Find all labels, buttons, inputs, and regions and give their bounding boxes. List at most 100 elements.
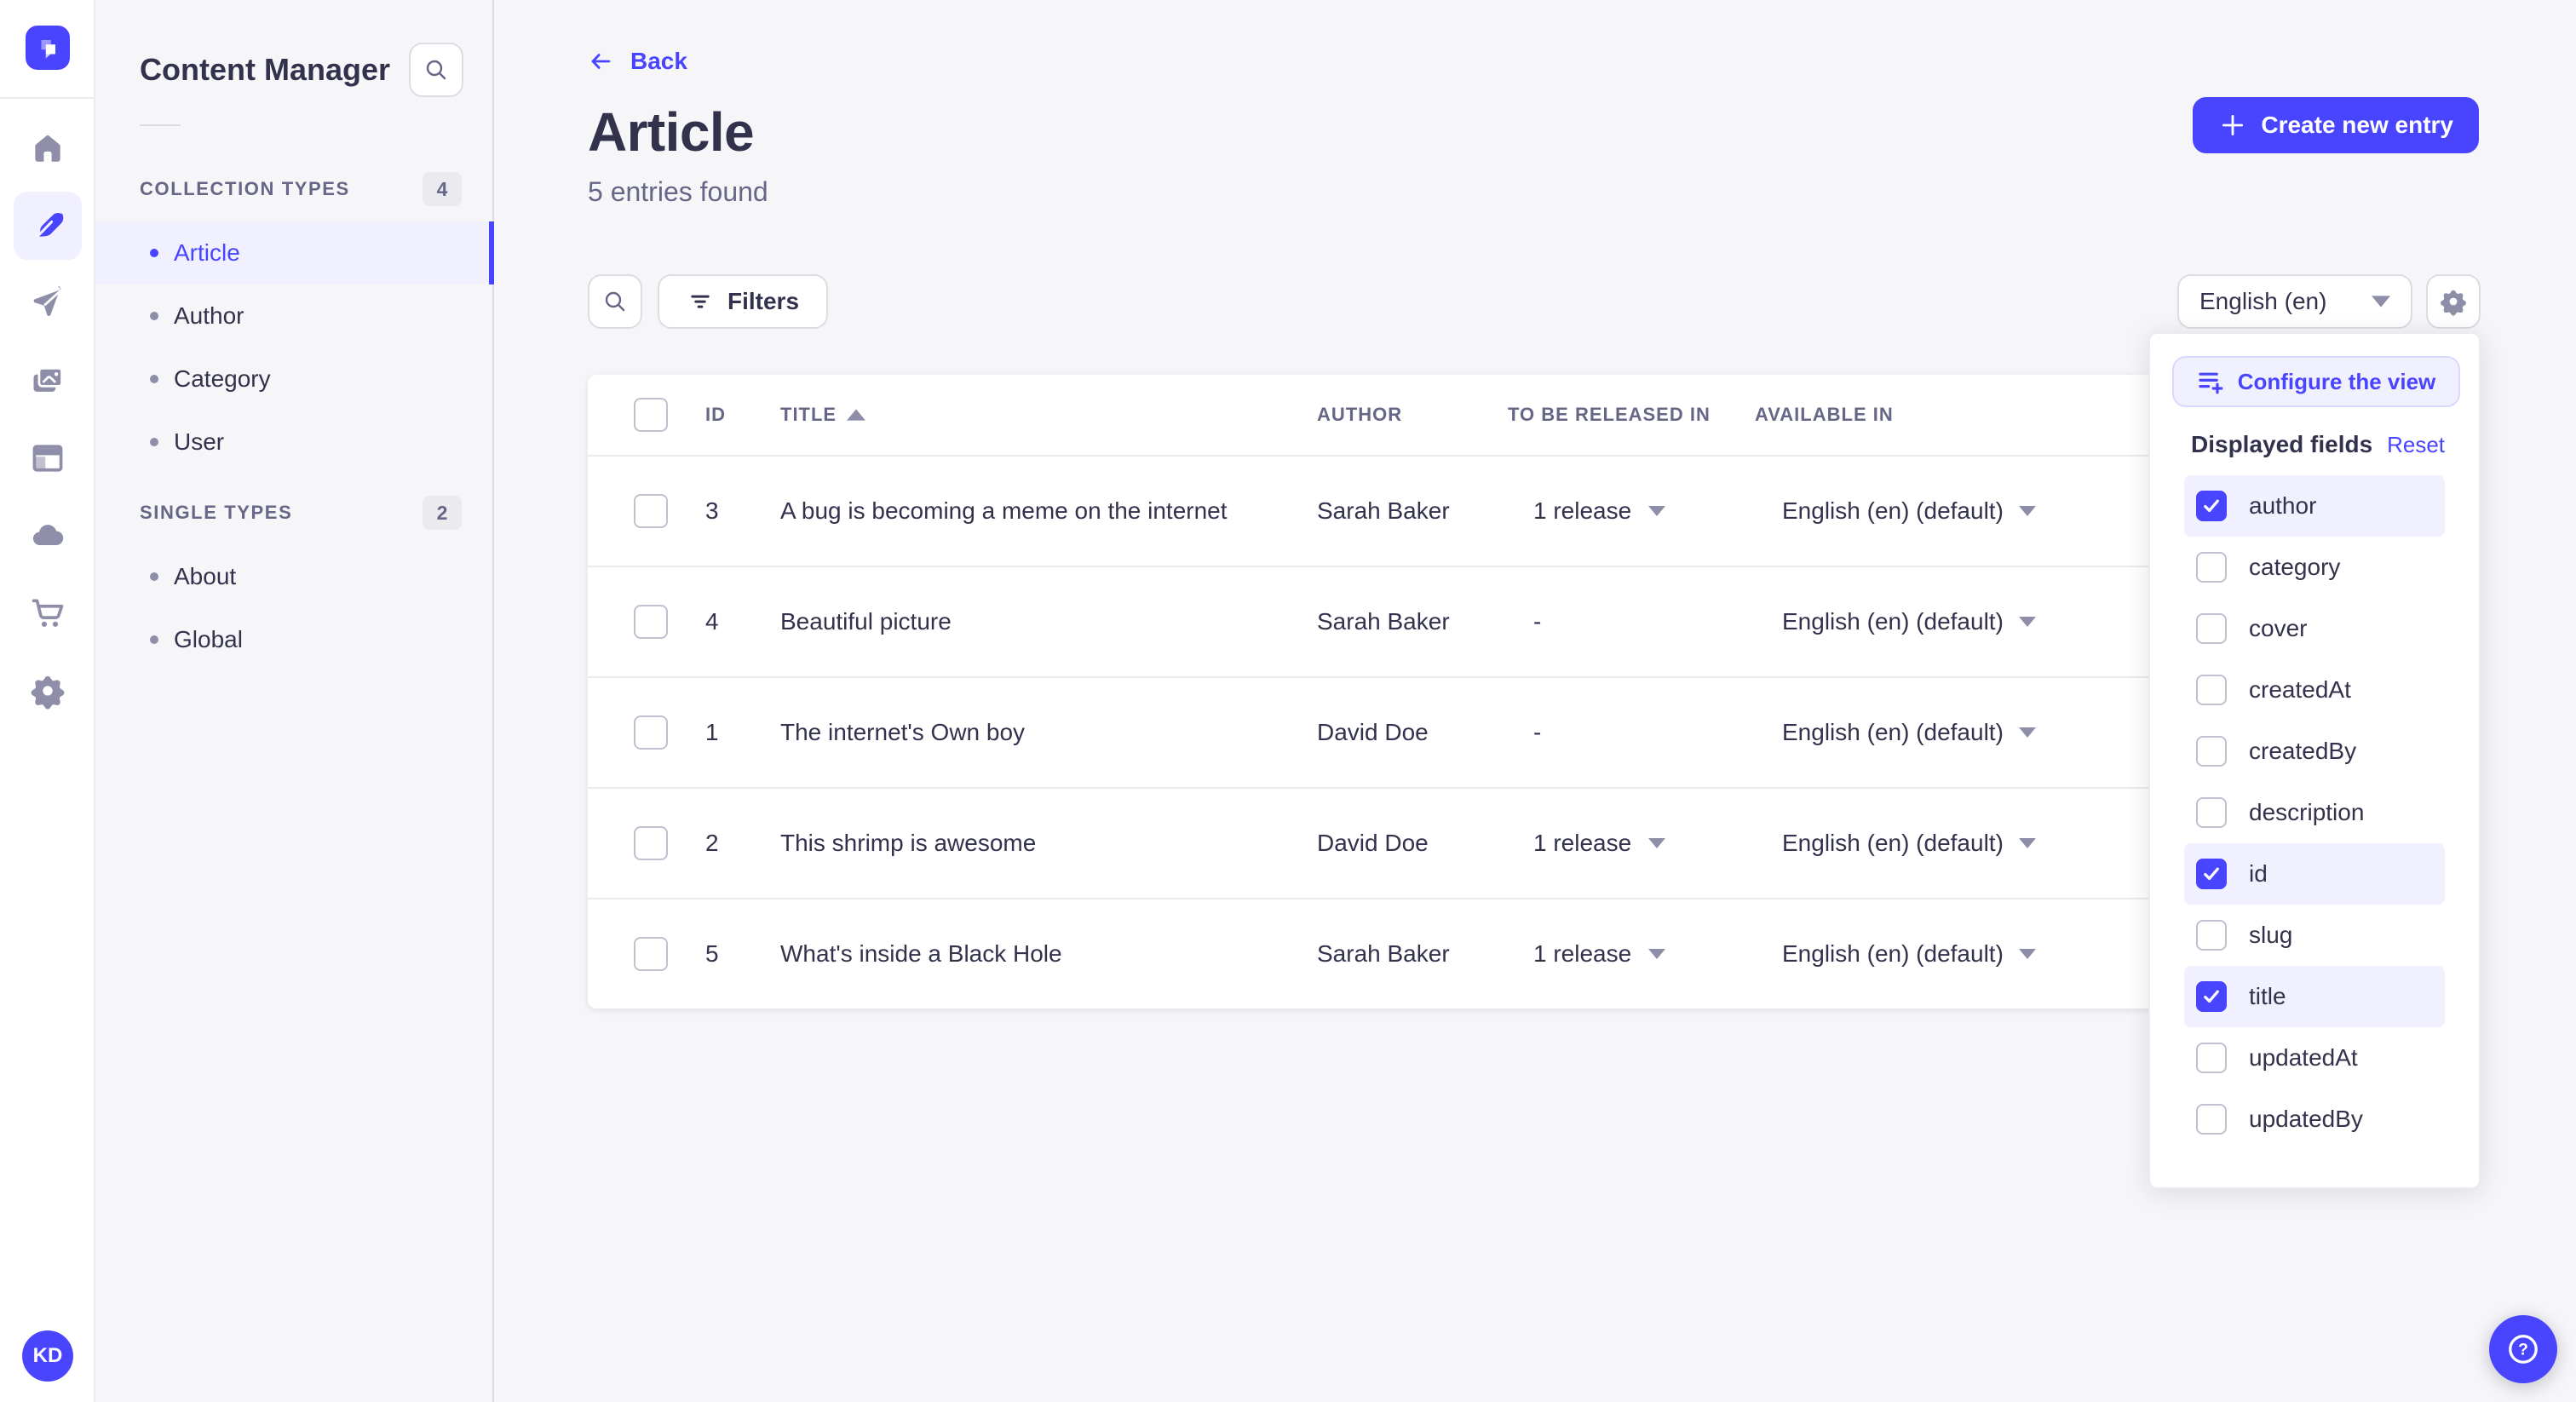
- cell-released-in[interactable]: -: [1508, 719, 1755, 746]
- cell-released-in[interactable]: 1 release: [1508, 497, 1755, 525]
- check-icon: [2204, 990, 2219, 1003]
- field-checkbox[interactable]: [2196, 552, 2227, 583]
- rail-item-settings[interactable]: [14, 657, 82, 725]
- cell-released-in[interactable]: 1 release: [1508, 940, 1755, 968]
- table-row[interactable]: 2 This shrimp is awesome David Doe 1 rel…: [588, 787, 2206, 898]
- arrow-left-icon: [591, 54, 611, 69]
- cell-id: 5: [705, 940, 719, 967]
- help-button[interactable]: ?: [2489, 1315, 2557, 1383]
- field-row-createdat[interactable]: createdAt: [2184, 659, 2445, 721]
- table-row[interactable]: 4 Beautiful picture Sarah Baker - Englis…: [588, 566, 2206, 676]
- content-manager-subnav: Content Manager COLLECTION TYPES 4 Artic…: [95, 0, 494, 1402]
- cell-available-in[interactable]: English (en) (default): [1755, 719, 2206, 746]
- sidebar-item-article[interactable]: Article: [95, 221, 494, 284]
- cell-available-in[interactable]: English (en) (default): [1755, 497, 2206, 525]
- field-checkbox[interactable]: [2196, 613, 2227, 644]
- filters-label: Filters: [727, 288, 800, 314]
- sidebar-item-global[interactable]: Global: [95, 608, 492, 671]
- select-all-checkbox[interactable]: [634, 398, 668, 432]
- field-row-author[interactable]: author: [2184, 475, 2445, 537]
- configure-view-label: Configure the view: [2237, 368, 2436, 394]
- cell-available-in[interactable]: English (en) (default): [1755, 608, 2206, 635]
- field-row-createdby[interactable]: createdBy: [2184, 721, 2445, 782]
- field-checkbox[interactable]: [2196, 981, 2227, 1012]
- reset-link[interactable]: Reset: [2387, 432, 2445, 458]
- field-row-slug[interactable]: slug: [2184, 905, 2445, 966]
- layout-icon: [32, 445, 63, 472]
- field-checkbox[interactable]: [2196, 859, 2227, 889]
- cell-id: 2: [705, 830, 719, 856]
- cell-available-in[interactable]: English (en) (default): [1755, 940, 2206, 968]
- column-header-id[interactable]: ID: [705, 404, 780, 426]
- home-icon: [35, 135, 60, 162]
- field-row-updatedat[interactable]: updatedAt: [2184, 1027, 2445, 1089]
- table-row[interactable]: 5 What's inside a Black Hole Sarah Baker…: [588, 898, 2206, 1008]
- subnav-search-button[interactable]: [409, 43, 463, 97]
- row-checkbox[interactable]: [634, 494, 668, 528]
- row-checkbox[interactable]: [634, 826, 668, 860]
- rail-item-content-manager[interactable]: [14, 192, 82, 260]
- table-row[interactable]: 3 A bug is becoming a meme on the intern…: [588, 455, 2206, 566]
- cell-author: Sarah Baker: [1317, 940, 1450, 967]
- locale-value: English (en): [2199, 288, 2327, 314]
- column-header-author[interactable]: AUTHOR: [1317, 404, 1508, 426]
- view-settings-button[interactable]: [2426, 274, 2481, 329]
- field-row-title[interactable]: title: [2184, 966, 2445, 1027]
- section-count-badge: 2: [423, 496, 462, 530]
- row-checkbox[interactable]: [634, 715, 668, 750]
- rail-item-releases[interactable]: [14, 269, 82, 337]
- column-header-available-in[interactable]: AVAILABLE IN: [1755, 404, 2206, 426]
- user-avatar[interactable]: KD: [22, 1330, 73, 1382]
- field-checkbox[interactable]: [2196, 1043, 2227, 1073]
- chevron-down-icon: [1648, 838, 1666, 848]
- column-header-title[interactable]: TITLE: [780, 404, 1317, 426]
- cell-released-in[interactable]: 1 release: [1508, 830, 1755, 857]
- cell-author: David Doe: [1317, 830, 1429, 856]
- rail-item-content-type-builder[interactable]: [14, 424, 82, 492]
- sidebar-item-about[interactable]: About: [95, 545, 492, 608]
- configure-view-button[interactable]: Configure the view: [2172, 356, 2460, 407]
- back-link[interactable]: Back: [588, 44, 687, 78]
- chevron-down-icon: [1648, 506, 1666, 516]
- row-checkbox[interactable]: [634, 605, 668, 639]
- sidebar-item-user[interactable]: User: [95, 411, 492, 474]
- cell-title: What's inside a Black Hole: [780, 940, 1062, 967]
- field-row-id[interactable]: id: [2184, 843, 2445, 905]
- create-new-entry-button[interactable]: Create new entry: [2193, 97, 2479, 153]
- rail-item-home[interactable]: [14, 114, 82, 182]
- rail-item-media-library[interactable]: [14, 347, 82, 415]
- single-types-section: SINGLE TYPES 2 About Global: [95, 496, 492, 671]
- section-count-badge: 4: [423, 172, 462, 206]
- bullet-icon: [150, 635, 158, 644]
- table-row[interactable]: 1 The internet's Own boy David Doe - Eng…: [588, 676, 2206, 787]
- create-button-label: Create new entry: [2261, 112, 2453, 138]
- bullet-icon: [150, 249, 158, 257]
- main-nav-rail: KD: [0, 0, 95, 1402]
- sidebar-item-category[interactable]: Category: [95, 348, 492, 411]
- field-row-category[interactable]: category: [2184, 537, 2445, 598]
- chevron-down-icon: [2018, 727, 2036, 738]
- strapi-logo[interactable]: [26, 26, 70, 70]
- row-checkbox[interactable]: [634, 937, 668, 971]
- field-checkbox[interactable]: [2196, 920, 2227, 951]
- field-checkbox[interactable]: [2196, 736, 2227, 767]
- column-header-released-in[interactable]: TO BE RELEASED IN: [1508, 404, 1755, 426]
- sidebar-item-author[interactable]: Author: [95, 284, 492, 348]
- rail-icon-list: [14, 114, 82, 725]
- filters-button[interactable]: Filters: [658, 274, 829, 329]
- field-checkbox[interactable]: [2196, 675, 2227, 705]
- cell-released-in[interactable]: -: [1508, 608, 1755, 635]
- field-checkbox[interactable]: [2196, 1104, 2227, 1135]
- table-search-button[interactable]: [588, 274, 642, 329]
- displayed-fields-list: author category cover createdAt createdB: [2184, 475, 2445, 1150]
- field-row-cover[interactable]: cover: [2184, 598, 2445, 659]
- rail-item-marketplace[interactable]: [14, 579, 82, 647]
- cell-available-in[interactable]: English (en) (default): [1755, 830, 2206, 857]
- field-row-updatedby[interactable]: updatedBy: [2184, 1089, 2445, 1150]
- list-toolbar: Filters English (en): [588, 274, 2481, 329]
- locale-select[interactable]: English (en): [2177, 274, 2412, 329]
- rail-item-deploy[interactable]: [14, 502, 82, 570]
- field-row-description[interactable]: description: [2184, 782, 2445, 843]
- field-checkbox[interactable]: [2196, 797, 2227, 828]
- field-checkbox[interactable]: [2196, 491, 2227, 521]
